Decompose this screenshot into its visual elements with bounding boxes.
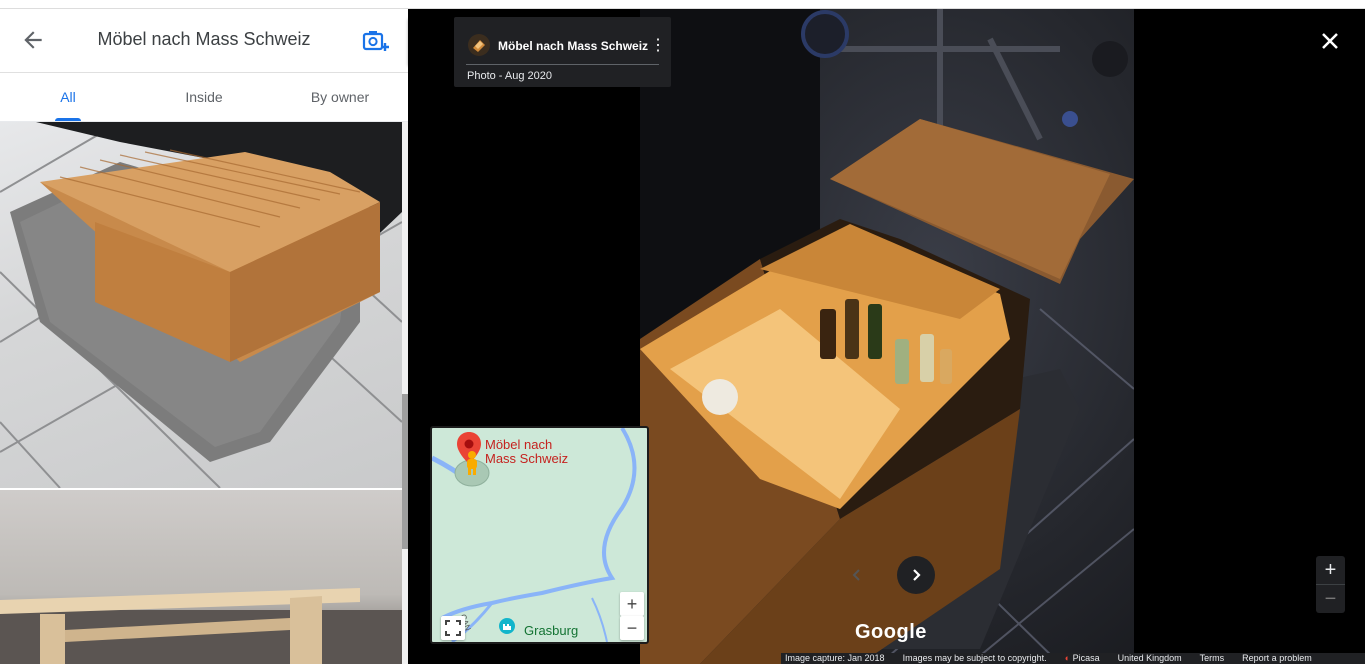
map-place-name-line2: Mass Schweiz xyxy=(485,451,569,466)
terms-link[interactable]: Terms xyxy=(1200,653,1225,664)
chevron-left-icon xyxy=(852,569,860,581)
pegman-icon[interactable] xyxy=(464,450,480,476)
more-vert-icon[interactable]: ⋮ xyxy=(650,35,666,57)
photo-date: Photo - Aug 2020 xyxy=(467,70,553,82)
photo-illustration xyxy=(0,122,402,488)
tab-all[interactable]: All xyxy=(0,73,136,121)
report-problem-link[interactable]: Report a problem xyxy=(1242,653,1312,664)
picasa-icon: ◐ xyxy=(1064,653,1071,663)
copyright-notice[interactable]: Images may be subject to copyright. xyxy=(903,653,1047,664)
fullscreen-glyph xyxy=(445,620,461,636)
browser-top-strip xyxy=(0,0,1365,9)
main-photo-illustration xyxy=(640,9,1134,664)
main-photo[interactable] xyxy=(640,9,1134,664)
map-place-name-line1: Möbel nach xyxy=(485,437,553,452)
tab-inside[interactable]: Inside xyxy=(136,73,272,121)
map-zoom-out-button[interactable]: − xyxy=(620,616,644,640)
contributor-avatar-icon xyxy=(473,40,485,52)
source-label: Picasa xyxy=(1072,653,1100,663)
zoom-out-button[interactable]: − xyxy=(1316,585,1345,613)
image-capture-date: Image capture: Jan 2018 xyxy=(785,653,885,663)
footer-bar: Image capture: Jan 2018 Images may be su… xyxy=(781,653,1365,664)
previous-photo-button[interactable] xyxy=(838,556,876,594)
google-logo: Google xyxy=(855,621,927,643)
contributor-name[interactable]: Möbel nach Mass Schweiz xyxy=(498,39,648,53)
fullscreen-icon[interactable] xyxy=(441,616,465,640)
region-link[interactable]: United Kingdom xyxy=(1118,653,1182,664)
close-icon[interactable] xyxy=(1319,30,1341,52)
add-photo-icon[interactable] xyxy=(362,28,390,54)
wooden-cube-table-photo[interactable] xyxy=(0,122,402,488)
minimap[interactable]: Möbel nach Mass Schweiz Grasburg CAN + − xyxy=(430,426,649,644)
tab-by-owner[interactable]: By owner xyxy=(272,73,408,121)
map-zoom-in-button[interactable]: + xyxy=(620,592,644,616)
photo-viewer[interactable]: Möbel nach Mass Schweiz ⋮ Photo - Aug 20… xyxy=(408,9,1365,664)
poi-label-grasburg[interactable]: Grasburg xyxy=(524,623,578,638)
avatar[interactable] xyxy=(468,34,490,56)
photo-info-card: Möbel nach Mass Schweiz ⋮ Photo - Aug 20… xyxy=(454,17,671,87)
next-photo-button[interactable] xyxy=(897,556,935,594)
zoom-in-button[interactable]: + xyxy=(1316,556,1345,584)
chevron-right-icon xyxy=(913,569,921,581)
divider xyxy=(466,64,659,65)
photo-tabs: All Inside By owner xyxy=(0,73,408,122)
page-title: Möbel nach Mass Schweiz xyxy=(97,29,311,49)
panel-header: Möbel nach Mass Schweiz xyxy=(0,9,408,73)
arrow-back-icon[interactable] xyxy=(20,27,46,53)
map-place-name: Möbel nach Mass Schweiz xyxy=(485,438,568,466)
viewer-zoom-controls: + − xyxy=(1316,556,1345,613)
photo-illustration xyxy=(0,588,402,664)
wooden-bench-photo[interactable] xyxy=(0,490,402,664)
photo-gallery-panel: Möbel nach Mass Schweiz All Inside By ow… xyxy=(0,9,408,664)
source-link[interactable]: ◐ Picasa xyxy=(1065,653,1100,664)
castle-poi-icon xyxy=(499,618,515,634)
